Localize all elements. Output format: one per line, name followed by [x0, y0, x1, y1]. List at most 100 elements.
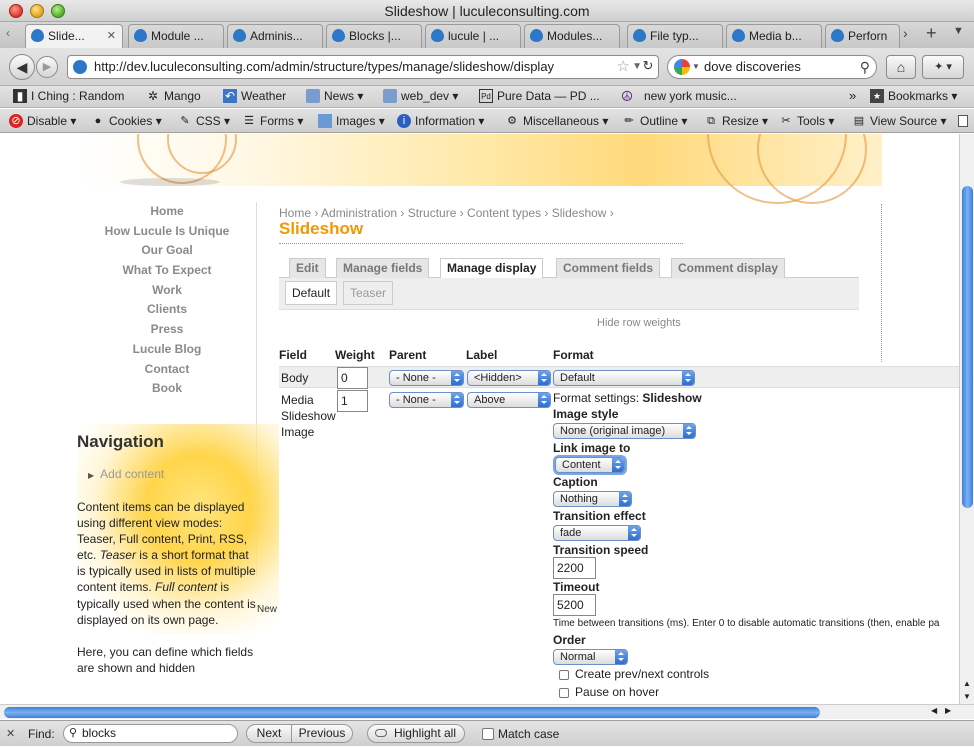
sidebar-item-contact[interactable]: Contact	[77, 360, 257, 380]
close-find-bar-icon[interactable]: ✕	[6, 721, 15, 747]
bookmark-pure-data[interactable]: Pd Pure Data — PD ...	[479, 86, 600, 106]
sidebar-item-lucule-blog[interactable]: Lucule Blog	[77, 340, 257, 360]
link-image-select[interactable]: Content	[555, 457, 625, 473]
timeout-input[interactable]: 5200	[553, 594, 596, 616]
sidebar-item-our-goal[interactable]: Our Goal	[77, 241, 257, 261]
caption-select[interactable]: Nothing	[553, 491, 632, 507]
wd-resize[interactable]: ⧉ Resize ▾	[704, 109, 768, 133]
tab-scroll-right-icon[interactable]: ›	[903, 25, 908, 41]
parent-select[interactable]: - None -	[389, 370, 464, 386]
tab-scroll-left-icon[interactable]: ‹	[6, 26, 10, 40]
wd-disable[interactable]: ⊘ Disable ▾	[9, 109, 76, 133]
find-previous-button[interactable]: Previous	[291, 724, 353, 743]
tab-module[interactable]: Module ...	[128, 24, 224, 48]
tab-edit[interactable]: Edit	[289, 258, 326, 278]
label-select[interactable]: <Hidden>	[467, 370, 551, 386]
search-icon[interactable]: ⚲	[860, 56, 870, 78]
wd-options-icon[interactable]	[958, 115, 968, 127]
tab-blocks[interactable]: Blocks |...	[326, 24, 422, 48]
transition-effect-select[interactable]: fade	[553, 525, 641, 541]
wd-miscellaneous[interactable]: ⚙ Miscellaneous ▾	[505, 109, 608, 133]
tab-performance[interactable]: Perforn	[825, 24, 900, 48]
minimize-window-button[interactable]	[30, 4, 44, 18]
find-next-button[interactable]: Next	[246, 724, 292, 743]
wd-css[interactable]: ✎ CSS ▾	[178, 109, 230, 133]
weight-input[interactable]: 1	[337, 390, 368, 412]
bookmark-folder-news[interactable]: News ▾	[306, 86, 363, 106]
match-case-checkbox[interactable]	[482, 728, 494, 740]
reload-button[interactable]: ↻	[637, 56, 659, 78]
tab-manage-fields[interactable]: Manage fields	[336, 258, 430, 278]
sidebar-item-work[interactable]: Work	[77, 281, 257, 301]
parent-select[interactable]: - None -	[389, 392, 464, 408]
wd-images[interactable]: Images ▾	[318, 109, 385, 133]
zoom-window-button[interactable]	[51, 4, 65, 18]
weight-input[interactable]: 0	[337, 367, 368, 389]
url-bar[interactable]: http://dev.luculeconsulting.com/admin/st…	[67, 55, 659, 79]
tab-slideshow[interactable]: Slide... ✕	[25, 24, 123, 48]
breadcrumb[interactable]: Home › Administration › Structure › Cont…	[279, 206, 614, 220]
tab-comment-fields[interactable]: Comment fields	[556, 258, 661, 278]
bookmarks-overflow-icon[interactable]: »	[849, 86, 856, 106]
tab-administration[interactable]: Adminis...	[227, 24, 323, 48]
tab-comment-display[interactable]: Comment display	[671, 258, 786, 278]
pause-on-hover-checkbox[interactable]	[559, 688, 569, 698]
bookmark-folder-web-dev[interactable]: web_dev ▾	[383, 86, 458, 106]
sidebar-item-home[interactable]: Home	[77, 202, 257, 222]
scroll-down-icon[interactable]: ▼	[963, 692, 971, 701]
tab-modules[interactable]: Modules...	[524, 24, 620, 48]
bookmark-weather[interactable]: ↶ Weather	[223, 86, 286, 106]
tab-lucule[interactable]: lucule | ...	[425, 24, 521, 48]
subtab-default[interactable]: Default	[285, 281, 338, 305]
bookmark-star-icon[interactable]: ☆	[617, 56, 630, 78]
horizontal-scrollbar[interactable]: ◀ ▶	[0, 704, 974, 719]
tab-media-browser[interactable]: Media b...	[726, 24, 822, 48]
vertical-scroll-thumb[interactable]	[962, 186, 973, 508]
order-select[interactable]: Normal	[553, 649, 628, 665]
tab-list-icon[interactable]: ▼	[953, 25, 964, 37]
search-engine-dropdown-icon[interactable]: ▼	[692, 56, 700, 78]
scroll-up-icon[interactable]: ▲	[963, 679, 971, 688]
wd-information[interactable]: i Information ▾	[397, 109, 484, 133]
vertical-scrollbar[interactable]: ▲ ▼	[959, 134, 974, 704]
search-input[interactable]: dove discoveries	[704, 59, 801, 74]
sidebar-item-clients[interactable]: Clients	[77, 300, 257, 320]
bookmark-i-ching[interactable]: ▮ I Ching : Random	[13, 86, 124, 106]
bookmark-mango[interactable]: ✲ Mango	[146, 86, 201, 106]
close-tab-icon[interactable]: ✕	[107, 25, 116, 47]
addon-button[interactable]: ✦ ▾	[922, 55, 964, 79]
image-style-select[interactable]: None (original image)	[553, 423, 696, 439]
back-button[interactable]: ◀	[9, 54, 35, 80]
prev-next-checkbox[interactable]	[559, 670, 569, 680]
sidebar-item-how-lucule-is-unique[interactable]: How Lucule Is Unique	[77, 222, 257, 242]
forward-button[interactable]: ▶	[36, 56, 58, 78]
tab-manage-display[interactable]: Manage display	[440, 258, 544, 279]
wd-outline[interactable]: ✏ Outline ▾	[622, 109, 687, 133]
scroll-left-icon[interactable]: ◀	[931, 706, 937, 715]
wd-forms[interactable]: ☰ Forms ▾	[242, 109, 303, 133]
highlight-all-button[interactable]: Highlight all	[367, 724, 465, 743]
add-content-link[interactable]: ▶ Add content	[88, 467, 164, 481]
transition-speed-input[interactable]: 2200	[553, 557, 596, 579]
close-window-button[interactable]	[9, 4, 23, 18]
horizontal-scroll-thumb[interactable]	[4, 707, 820, 718]
tab-file-types[interactable]: File typ...	[627, 24, 723, 48]
wd-cookies[interactable]: ● Cookies ▾	[91, 109, 162, 133]
label-select[interactable]: Above	[467, 392, 551, 408]
bookmark-new-york-music[interactable]: ☮ new york music...	[620, 86, 737, 106]
sidebar-item-press[interactable]: Press	[77, 320, 257, 340]
scroll-right-icon[interactable]: ▶	[945, 706, 951, 715]
search-bar[interactable]: ▼ dove discoveries ⚲	[667, 55, 877, 79]
subtab-teaser[interactable]: Teaser	[343, 281, 394, 305]
format-select[interactable]: Default	[553, 370, 695, 386]
find-input[interactable]: ⚲ blocks	[63, 724, 238, 743]
new-tab-button[interactable]: +	[926, 23, 937, 44]
sidebar-item-what-to-expect[interactable]: What To Expect	[77, 261, 257, 281]
sidebar-item-book[interactable]: Book	[77, 379, 257, 399]
home-button[interactable]: ⌂	[886, 55, 916, 79]
hide-row-weights-link[interactable]: Hide row weights	[597, 317, 681, 329]
tab-label: lucule | ...	[448, 29, 500, 43]
wd-tools[interactable]: ✂ Tools ▾	[779, 109, 834, 133]
wd-view-source[interactable]: ▤ View Source ▾	[852, 109, 947, 133]
bookmarks-menu[interactable]: ★ Bookmarks ▾	[870, 86, 957, 106]
